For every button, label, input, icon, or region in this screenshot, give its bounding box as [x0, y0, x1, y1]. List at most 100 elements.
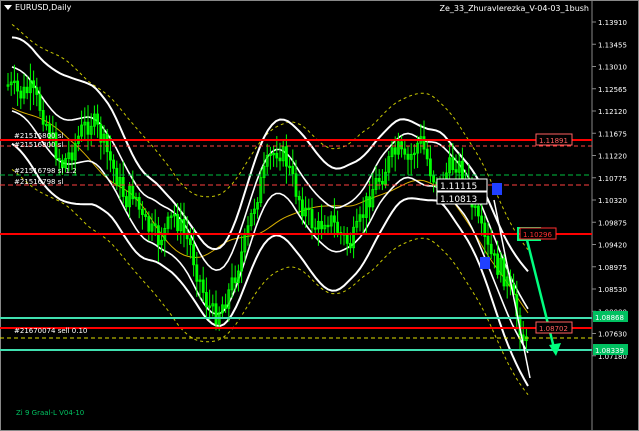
candle-body — [422, 136, 426, 150]
candle-body — [86, 121, 90, 135]
candle-body — [19, 90, 23, 99]
price-tick-label: 1.11675 — [598, 130, 627, 138]
order-label: #21516800 sl — [14, 141, 63, 149]
candle-body — [393, 147, 397, 155]
candle-body — [332, 215, 336, 223]
candle-body — [214, 303, 218, 325]
candle-body — [297, 195, 301, 201]
candle-body — [38, 94, 42, 111]
candle-body — [489, 243, 493, 255]
candle-body — [361, 214, 365, 218]
order-label: #21516800 sl — [14, 132, 63, 140]
price-tick-label: 1.09420 — [598, 242, 627, 250]
candle-body — [57, 158, 61, 161]
candle-body — [275, 152, 279, 159]
price-tick-label: 1.11220 — [598, 153, 627, 161]
candle-body — [288, 165, 292, 169]
candle-body — [109, 151, 112, 161]
candle-body — [480, 215, 484, 224]
price-tick-label: 1.07630 — [598, 331, 627, 339]
candle-body — [204, 292, 208, 307]
candle-body — [41, 110, 45, 125]
price-tick-label: 1.13455 — [598, 41, 627, 49]
price-axis-tag-label: 1.08868 — [595, 314, 624, 322]
candle-body — [400, 141, 404, 150]
info-box-label: 1.10813 — [440, 195, 477, 205]
candle-body — [320, 220, 324, 230]
candle-body — [348, 242, 352, 249]
price-tick-label: 1.13010 — [598, 64, 627, 72]
chart-title-bar: EURUSD,Daily — [4, 3, 71, 12]
candle-body — [284, 146, 288, 167]
green-arrow-icon — [525, 239, 557, 353]
candle-body — [336, 221, 340, 233]
blue-square-icon — [480, 257, 490, 269]
candle-body — [137, 196, 141, 210]
candle-body — [140, 208, 144, 215]
price-tick-label: 1.10320 — [598, 197, 627, 205]
price-tick-label: 1.09875 — [598, 219, 627, 227]
candle-body — [310, 209, 314, 229]
candle-body — [403, 148, 407, 155]
price-tick-label: 1.08530 — [598, 286, 627, 294]
price-box-label: 1.08702 — [539, 325, 568, 333]
candle-body — [486, 236, 490, 245]
candle-body — [32, 80, 35, 89]
candle-body — [188, 238, 192, 246]
candle-body — [454, 169, 458, 173]
candle-body — [25, 86, 29, 94]
candle-body — [460, 160, 464, 182]
price-chart[interactable]: #21516800 sl#21516800 sl #21516798 sl 1.2… — [0, 0, 639, 431]
candle-body — [70, 152, 74, 161]
candle-body — [380, 180, 384, 185]
price-box-label: 1.11891 — [539, 137, 568, 145]
candle-body — [153, 223, 157, 227]
candle-body — [131, 185, 135, 200]
price-tick-label: 1.08975 — [598, 264, 627, 272]
candle-body — [112, 159, 115, 169]
chart-frame — [0, 0, 639, 431]
indicator-footer-label: Zi 9 Graal-L V04-10 — [16, 409, 85, 417]
candle-body — [147, 216, 151, 232]
candle-body — [300, 199, 304, 217]
candle-body — [425, 148, 429, 160]
triangle-down-icon[interactable] — [4, 5, 12, 10]
candle-body — [406, 153, 410, 160]
candle-body — [176, 214, 180, 232]
info-box-label: 1.11115 — [440, 182, 477, 192]
candle-body — [96, 113, 99, 125]
candle-body — [492, 253, 496, 256]
candle-body — [476, 205, 480, 217]
candle-body — [224, 304, 228, 309]
price-box-label: 1.10296 — [523, 231, 552, 239]
price-tick-label: 1.13910 — [598, 19, 627, 27]
candle-body — [291, 165, 295, 175]
candle-body — [192, 244, 196, 266]
candle-body — [144, 214, 148, 217]
candle-body — [201, 279, 205, 293]
candle-body — [502, 257, 506, 287]
moving-average-line — [11, 107, 529, 314]
blue-square-icon — [492, 183, 502, 195]
candle-body — [345, 233, 349, 244]
chart-window[interactable]: #21516800 sl #21516800 sl #21516798 sl 1.2… — [0, 0, 639, 431]
candle-body — [428, 158, 432, 177]
candle-body — [156, 225, 160, 246]
order-label: #21516798 sl 1.2 — [14, 167, 77, 175]
white-trend-line — [493, 199, 531, 379]
candle-body — [105, 133, 109, 153]
candle-body — [16, 80, 20, 92]
order-label: #21670074 sell 0.10 — [14, 327, 87, 335]
order-label: #21516798 sl — [14, 178, 63, 186]
candle-body — [451, 157, 455, 171]
price-axis-tag-label: 1.08339 — [595, 347, 624, 355]
candle-body — [313, 227, 317, 230]
candle-body — [278, 157, 282, 162]
candle-body — [35, 87, 39, 95]
price-tick-label: 1.12565 — [598, 86, 627, 94]
candle-body — [432, 175, 436, 183]
price-tick-label: 1.12120 — [598, 108, 627, 116]
candle-body — [195, 264, 199, 282]
candle-body — [496, 253, 500, 275]
candle-body — [368, 196, 372, 208]
